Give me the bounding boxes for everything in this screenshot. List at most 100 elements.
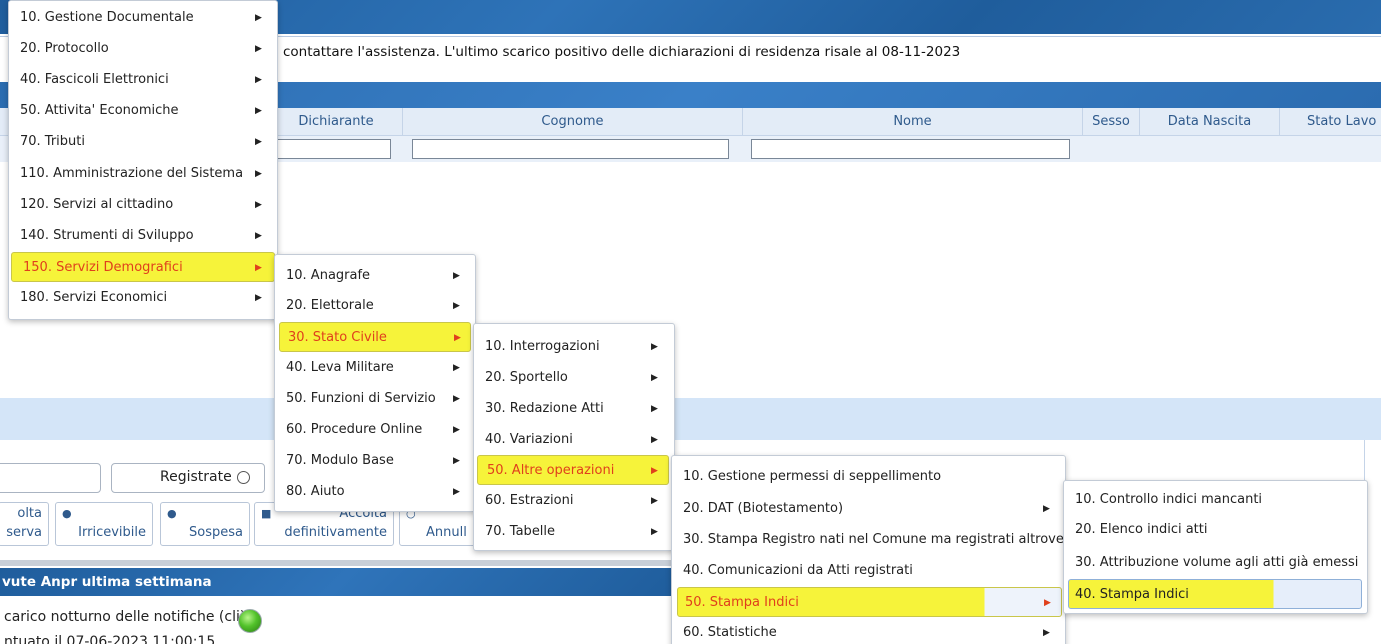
menu-item-label: 150. Servizi Demografici [23,260,183,275]
submenu-arrow-icon: ▶ [453,394,460,404]
menu-item-attribuzione-volume[interactable]: 30. Attribuzione volume agli atti già em… [1064,548,1367,578]
submenu-arrow-icon: ▶ [255,137,262,147]
menu-item-label: 30. Attribuzione volume agli atti già em… [1075,555,1359,570]
menu-item-tributi[interactable]: 70. Tributi ▶ [9,127,277,157]
submenu-arrow-icon: ▶ [255,106,262,116]
submenu-arrow-icon: ▶ [1043,628,1050,638]
menu-item-label: 40. Fascicoli Elettronici [20,72,169,87]
menu-item-label: 60. Estrazioni [485,493,574,508]
grid-footer-band [0,398,1381,440]
menu-item-controllo-indici[interactable]: 10. Controllo indici mancanti [1064,485,1367,515]
menu-item-label: 10. Gestione permessi di seppellimento [683,469,942,484]
menu-item-attivita-economiche[interactable]: 50. Attivita' Economiche ▶ [9,96,277,126]
menu-item-altre-operazioni[interactable]: 50. Altre operazioni ▶ [477,455,669,485]
menu-item-modulo-base[interactable]: 70. Modulo Base ▶ [275,446,475,476]
submenu-arrow-icon: ▶ [651,373,658,383]
menu-item-label: 70. Tabelle [485,524,556,539]
filter-field[interactable] [0,463,101,493]
menu-item-label: 140. Strumenti di Sviluppo [20,228,194,243]
accolta-riserva-label-2: serva [6,525,42,540]
menu-item-dat-biotestamento[interactable]: 20. DAT (Biotestamento) ▶ [672,494,1065,524]
menu-item-tabelle[interactable]: 70. Tabelle ▶ [474,517,674,547]
accolta-riserva-button[interactable]: olta serva [0,502,49,546]
anpr-panel-title: vute Anpr ultima settimana [2,574,212,590]
up-circle-icon: ● [167,507,177,520]
menu-item-label: 10. Gestione Documentale [20,10,194,25]
notification-last-run: ntuato il 07-06-2023 11:00:15 [4,634,216,644]
menu-item-comunicazioni-atti[interactable]: 40. Comunicazioni da Atti registrati [672,556,1065,586]
status-ok-icon [238,609,262,633]
submenu-arrow-icon: ▶ [453,456,460,466]
menu-item-fascicoli-elettronici[interactable]: 40. Fascicoli Elettronici ▶ [9,65,277,95]
irricevibile-button[interactable]: ● Irricevibile [55,502,153,546]
column-header-sesso[interactable]: Sesso [1083,108,1140,136]
menu-item-stampa-registro-nati[interactable]: 30. Stampa Registro nati nel Comune ma r… [672,525,1065,555]
menu-item-sportello[interactable]: 20. Sportello ▶ [474,363,674,393]
filter-cognome-input[interactable] [412,139,729,159]
menu-item-label: 20. Elenco indici atti [1075,522,1208,537]
menu-item-amministrazione-sistema[interactable]: 110. Amministrazione del Sistema ▶ [9,159,277,189]
menu-item-servizi-cittadino[interactable]: 120. Servizi al cittadino ▶ [9,190,277,220]
registrate-radio[interactable] [237,471,250,484]
menu-item-elettorale[interactable]: 20. Elettorale ▶ [275,291,475,321]
submenu-arrow-icon: ▶ [255,231,262,241]
menu-item-aiuto[interactable]: 80. Aiuto ▶ [275,477,475,507]
menu-item-label: 40. Variazioni [485,432,573,447]
menu-item-interrogazioni[interactable]: 10. Interrogazioni ▶ [474,332,674,362]
registrate-label: Registrate [160,469,232,485]
column-header-data-nascita[interactable]: Data Nascita [1140,108,1280,136]
notification-download-text: carico notturno delle notifiche (cli) [4,609,246,625]
menu-item-label: 50. Attivita' Economiche [20,103,179,118]
menu-item-anagrafe[interactable]: 10. Anagrafe ▶ [275,261,475,291]
accolta-definitivamente-label-2: definitivamente [284,525,387,540]
menu-item-label: 30. Stato Civile [288,330,387,345]
menu-item-servizi-economici[interactable]: 180. Servizi Economici ▶ [9,283,277,313]
menu-item-elenco-indici[interactable]: 20. Elenco indici atti [1064,515,1367,545]
altre-operazioni-submenu: 10. Gestione permessi di seppellimento 2… [671,455,1066,644]
column-header-stato-lavoro[interactable]: Stato Lavo [1280,108,1381,136]
submenu-arrow-icon: ▶ [651,527,658,537]
menu-item-permessi-seppellimento[interactable]: 10. Gestione permessi di seppellimento [672,462,1065,492]
sospesa-button[interactable]: ● Sospesa [160,502,250,546]
column-header-nome[interactable]: Nome [743,108,1083,136]
submenu-arrow-icon: ▶ [255,200,262,210]
column-header-dichiarante[interactable]: Dichiarante [270,108,403,136]
menu-item-estrazioni[interactable]: 60. Estrazioni ▶ [474,486,674,516]
menu-item-redazione-atti[interactable]: 30. Redazione Atti ▶ [474,394,674,424]
menu-item-label: 30. Stampa Registro nati nel Comune ma r… [683,532,1064,547]
stato-civile-submenu: 10. Interrogazioni ▶ 20. Sportello ▶ 30. R… [473,323,675,551]
menu-item-label: 50. Funzioni di Servizio [286,391,436,406]
menu-item-label: 20. Protocollo [20,41,109,56]
menu-item-procedure-online[interactable]: 60. Procedure Online ▶ [275,415,475,445]
menu-item-label: 20. Sportello [485,370,568,385]
menu-item-label: 120. Servizi al cittadino [20,197,174,212]
main-menu: 10. Gestione Documentale ▶ 20. Protocollo… [8,0,278,320]
submenu-arrow-icon: ▶ [255,169,262,179]
menu-item-statistiche[interactable]: 60. Statistiche ▶ [672,618,1065,644]
menu-item-label: 40. Leva Militare [286,360,394,375]
menu-item-strumenti-sviluppo[interactable]: 140. Strumenti di Sviluppo ▶ [9,221,277,251]
panel-separator [0,560,680,566]
menu-item-protocollo[interactable]: 20. Protocollo ▶ [9,34,277,64]
minus-circle-icon: ● [62,507,72,520]
submenu-arrow-icon: ▶ [1043,504,1050,514]
menu-item-label: 10. Controllo indici mancanti [1075,492,1263,507]
menu-item-stato-civile[interactable]: 30. Stato Civile ▶ [279,322,471,352]
menu-item-label: 50. Altre operazioni [487,463,615,478]
menu-item-label: 50. Stampa Indici [685,595,799,610]
menu-item-leva-militare[interactable]: 40. Leva Militare ▶ [275,353,475,383]
menu-item-gestione-documentale[interactable]: 10. Gestione Documentale ▶ [9,3,277,33]
menu-item-variazioni[interactable]: 40. Variazioni ▶ [474,425,674,455]
menu-item-label: 20. Elettorale [286,298,374,313]
filter-dichiarante-input[interactable] [276,139,391,159]
menu-item-stampa-indici-final[interactable]: 40. Stampa Indici [1068,579,1362,609]
submenu-arrow-icon: ▶ [255,263,262,273]
column-header-cognome[interactable]: Cognome [403,108,743,136]
menu-item-stampa-indici[interactable]: 50. Stampa Indici ▶ [677,587,1062,617]
menu-item-funzioni-servizio[interactable]: 50. Funzioni di Servizio ▶ [275,384,475,414]
demografici-submenu: 10. Anagrafe ▶ 20. Elettorale ▶ 30. Stato … [274,254,476,512]
menu-item-label: 40. Comunicazioni da Atti registrati [683,563,913,578]
menu-item-label: 30. Redazione Atti [485,401,604,416]
menu-item-servizi-demografici[interactable]: 150. Servizi Demografici ▶ [11,252,275,282]
filter-nome-input[interactable] [751,139,1070,159]
